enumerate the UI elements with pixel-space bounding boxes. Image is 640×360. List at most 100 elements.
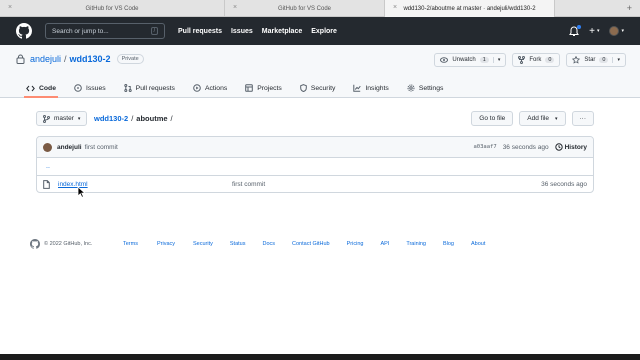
- history-link[interactable]: History: [554, 143, 587, 151]
- tab-projects[interactable]: Projects: [245, 78, 282, 98]
- footer-link-api[interactable]: API: [380, 241, 389, 247]
- tab-label: Projects: [257, 84, 282, 92]
- chevron-down-icon: ▾: [77, 115, 81, 122]
- file-commit-age: 36 seconds ago: [541, 181, 587, 188]
- mouse-cursor-icon: [77, 185, 87, 198]
- unwatch-button[interactable]: Unwatch 1 ▾: [434, 53, 507, 67]
- repo-name-link[interactable]: wdd130-2: [70, 54, 111, 64]
- browser-tab-3[interactable]: × wdd130-2/aboutme at master · andejuli/…: [385, 0, 555, 17]
- footer-link-terms[interactable]: Terms: [123, 241, 138, 247]
- browser-tab-2[interactable]: × GitHub for VS Code: [225, 0, 385, 17]
- footer-link-training[interactable]: Training: [406, 241, 426, 247]
- watch-count: 1: [479, 57, 489, 63]
- star-count: 0: [599, 57, 609, 63]
- fork-button[interactable]: Fork 0: [512, 53, 561, 67]
- github-header: Search or jump to... / Pull requests Iss…: [0, 17, 640, 45]
- close-tab-icon[interactable]: ×: [393, 4, 397, 11]
- breadcrumb-repo-link[interactable]: wdd130-2: [94, 114, 128, 123]
- footer-link-pricing[interactable]: Pricing: [347, 241, 364, 247]
- page-footer: © 2022 GitHub, Inc. Terms Privacy Securi…: [30, 237, 610, 251]
- tab-code[interactable]: Code: [24, 78, 58, 98]
- go-to-file-label: Go to file: [479, 115, 506, 122]
- search-placeholder: Search or jump to...: [52, 27, 109, 35]
- gear-icon: [407, 84, 415, 92]
- nav-issues[interactable]: Issues: [231, 28, 253, 35]
- commit-message[interactable]: first commit: [85, 144, 118, 151]
- github-mark-icon[interactable]: [30, 239, 40, 249]
- history-label: History: [564, 143, 587, 151]
- footer-link-about[interactable]: About: [471, 241, 485, 247]
- copyright-text: © 2022 GitHub, Inc.: [44, 241, 93, 247]
- github-logo-icon[interactable]: [16, 23, 32, 39]
- footer-link-contact[interactable]: Contact GitHub: [292, 241, 330, 247]
- tab-settings[interactable]: Settings: [407, 78, 443, 98]
- issue-icon: [74, 84, 82, 92]
- nav-explore[interactable]: Explore: [311, 28, 337, 35]
- footer-link-privacy[interactable]: Privacy: [157, 241, 175, 247]
- new-tab-button[interactable]: +: [555, 0, 640, 16]
- tab-pull-requests[interactable]: Pull requests: [123, 78, 175, 98]
- repo-title: andejuli / wdd130-2 Private: [16, 54, 144, 64]
- tab-insights[interactable]: Insights: [353, 78, 389, 98]
- parent-dir-label: ..: [46, 163, 50, 170]
- nav-marketplace[interactable]: Marketplace: [262, 28, 302, 35]
- tab-label: Pull requests: [135, 84, 175, 92]
- fork-label: Fork: [529, 57, 542, 63]
- table-row: index.html first commit 36 seconds ago: [37, 176, 593, 192]
- footer-link-blog[interactable]: Blog: [443, 241, 454, 247]
- avatar[interactable]: [43, 142, 52, 152]
- graph-icon: [353, 84, 362, 92]
- tab-actions[interactable]: Actions: [193, 78, 227, 98]
- footer-link-docs[interactable]: Docs: [262, 241, 275, 247]
- search-input[interactable]: Search or jump to... /: [45, 23, 165, 39]
- visibility-badge: Private: [116, 54, 144, 64]
- repo-owner-link[interactable]: andejuli: [30, 54, 61, 64]
- profile-menu[interactable]: ▾: [609, 26, 624, 36]
- star-button[interactable]: Star 0 ▾: [566, 53, 626, 67]
- plus-icon: +: [589, 25, 595, 37]
- footer-copyright: © 2022 GitHub, Inc.: [30, 239, 123, 249]
- toolbar-buttons: Go to file Add file ▾ ···: [471, 111, 594, 126]
- commit-author[interactable]: andejuli: [57, 144, 82, 151]
- file-commit-message[interactable]: first commit: [232, 181, 265, 188]
- footer-links: Terms Privacy Security Status Docs Conta…: [123, 241, 485, 247]
- chevron-down-icon: ▾: [554, 115, 558, 122]
- browser-tab-strip: × GitHub for VS Code × GitHub for VS Cod…: [0, 0, 640, 17]
- close-tab-icon[interactable]: ×: [233, 4, 237, 11]
- commit-sha[interactable]: a03aaf7: [474, 144, 497, 150]
- os-taskbar: [0, 354, 640, 360]
- close-tab-icon[interactable]: ×: [8, 4, 12, 11]
- file-list: andejuli first commit a03aaf7 36 seconds…: [36, 136, 594, 193]
- add-file-label: Add file: [527, 115, 549, 122]
- chevron-down-icon[interactable]: ▾: [612, 57, 620, 63]
- pull-request-icon: [123, 84, 132, 92]
- chevron-down-icon[interactable]: ▾: [492, 57, 500, 63]
- fork-icon: [518, 56, 526, 64]
- footer-link-security[interactable]: Security: [193, 241, 213, 247]
- browser-tab-1[interactable]: × GitHub for VS Code: [0, 0, 225, 17]
- browser-tab-title: GitHub for VS Code: [277, 5, 332, 12]
- branch-select-button[interactable]: master ▾: [36, 111, 88, 126]
- tab-security[interactable]: Security: [300, 78, 335, 98]
- repo-tabs: Code Issues Pull requests Actions Projec…: [24, 78, 443, 98]
- fork-count: 0: [545, 57, 555, 63]
- table-icon: [245, 84, 254, 92]
- go-to-file-button[interactable]: Go to file: [471, 111, 514, 126]
- bell-icon[interactable]: [569, 24, 582, 37]
- footer-link-status[interactable]: Status: [230, 241, 246, 247]
- repo-lock-icon: [16, 54, 25, 64]
- browser-tab-title: GitHub for VS Code: [85, 5, 139, 12]
- tab-issues[interactable]: Issues: [74, 78, 106, 98]
- more-options-button[interactable]: ···: [571, 111, 594, 126]
- repo-title-separator: /: [64, 54, 67, 64]
- parent-directory-link[interactable]: ..: [37, 158, 593, 176]
- file-toolbar: master ▾ wdd130-2 / aboutme / Go to file…: [36, 111, 594, 127]
- play-icon: [193, 84, 201, 92]
- create-new-button[interactable]: + ▾: [589, 26, 599, 37]
- branch-name: master: [54, 115, 74, 122]
- chevron-down-icon: ▾: [621, 28, 624, 34]
- latest-commit-row: andejuli first commit a03aaf7 36 seconds…: [37, 137, 593, 158]
- add-file-button[interactable]: Add file ▾: [519, 111, 566, 126]
- nav-pull-requests[interactable]: Pull requests: [178, 28, 222, 35]
- breadcrumb-separator: /: [170, 114, 173, 123]
